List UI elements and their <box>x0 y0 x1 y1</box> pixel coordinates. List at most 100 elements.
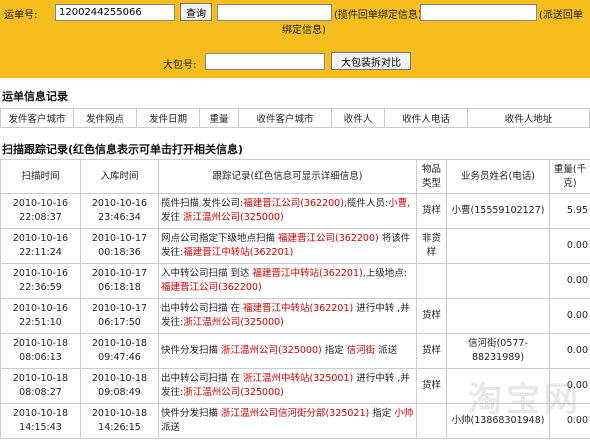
record-cell: 网点公司指定下级地点扫描 福建晋江公司(362200) 将该件发往:福建晋江中转… <box>158 228 417 264</box>
courier-cell <box>446 368 550 404</box>
item-type-cell: 货样 <box>416 368 447 404</box>
weight-cell: 0.00 <box>549 263 590 299</box>
query-button[interactable]: 查询 <box>180 3 212 21</box>
record-link[interactable]: 福建晋江公司(362200) <box>278 233 379 244</box>
item-type-cell <box>416 403 447 439</box>
table-row: 2010-10-16 22:51:10 2010-10-17 06:17:50 出中转公… <box>0 298 590 334</box>
col-weight: 重量 <box>199 108 239 128</box>
deliver-bind-input[interactable] <box>420 4 537 21</box>
in-time-cell: 2010-10-18 09:08:49 <box>80 368 159 404</box>
in-time-cell: 2010-10-17 00:18:36 <box>80 228 159 264</box>
record-link[interactable]: 小曹 <box>388 198 407 209</box>
waybill-info-table: 发件客户城市 发件网点 发件日期 重量 收件客户城市 收件人 收件人电话 收件人… <box>0 108 590 128</box>
record-link[interactable]: 信河街 <box>347 345 376 356</box>
table-row: 2010-10-16 22:11:24 2010-10-17 00:18:36 网点公司… <box>0 228 590 264</box>
record-link[interactable]: 小帅 <box>394 408 413 419</box>
bag-compare-button[interactable]: 大包装拆对比 <box>331 52 411 70</box>
in-time-cell: 2010-10-17 06:17:50 <box>80 298 159 334</box>
weight-cell: 0.00 <box>549 333 590 369</box>
record-cell: 快件分发扫描 浙江温州公司(325000) 指定 信河街 派送 <box>158 333 417 369</box>
record-text: ,上级地点: <box>362 268 407 279</box>
col-receiver-city: 收件客户城市 <box>238 108 332 128</box>
scan-track-title: 扫描跟踪记录(红色信息表示可单击打开相关信息) <box>2 143 244 156</box>
table-row: 2010-10-18 08:08:27 2010-10-18 09:08:49 出中转公… <box>0 368 590 404</box>
scan-time-cell: 2010-10-16 22:08:37 <box>0 193 81 229</box>
record-text: 网点公司指定下级地点扫描 <box>161 233 279 244</box>
record-link[interactable]: 浙江温州中转站(325001) <box>243 373 353 384</box>
courier-cell: 小曹(15559102127) <box>446 193 550 229</box>
record-cell: 入中转公司扫描 到达 福建晋江中转站(362201),上级地点: 福建晋江公司(3… <box>158 263 417 299</box>
weight-cell: 0.00 <box>549 298 590 334</box>
item-type-cell: 货样 <box>416 298 447 334</box>
record-text: ,揽件人员: <box>343 198 389 209</box>
bag-input[interactable] <box>205 53 325 70</box>
scan-time-cell: 2010-10-16 22:11:24 <box>0 228 81 264</box>
weight-cell: 0.00 <box>549 228 590 264</box>
scan-time-cell: 2010-10-16 22:51:10 <box>0 298 81 334</box>
waybill-info-title: 运单信息记录 <box>2 90 68 103</box>
col-sender-city: 发件客户城市 <box>0 108 74 128</box>
waybill-input[interactable] <box>55 4 175 21</box>
record-link[interactable]: 福建晋江中转站(362201) <box>243 303 353 314</box>
weight-cell: 5.95 <box>549 193 590 229</box>
courier-cell: 小帅(13868301948) <box>446 403 550 439</box>
col-send-date: 发件日期 <box>136 108 200 128</box>
courier-cell <box>446 298 550 334</box>
col-record: 跟踪记录(红色信息可显示详细信息) <box>158 159 417 194</box>
record-link[interactable]: 浙江温州公司(325000) <box>183 387 284 398</box>
courier-cell: 信河街(0577-88231989) <box>446 333 550 369</box>
record-cell: 出中转公司扫描 在 浙江温州中转站(325001) 进行中转 ,并发往:浙江温州… <box>158 368 417 404</box>
item-type-cell: 货样 <box>416 333 447 369</box>
col-in-time: 入库时间 <box>80 159 159 194</box>
record-text: 揽件扫描 发件公司: <box>161 198 244 209</box>
table-row: 2010-10-18 14:15:43 2010-10-18 14:26:15 快件分发… <box>0 403 590 439</box>
record-link[interactable]: 福建晋江公司(362200) <box>161 282 262 293</box>
courier-cell <box>446 263 550 299</box>
col-courier: 业务员姓名(电话) <box>446 159 550 194</box>
record-text: 派送 <box>375 345 398 356</box>
item-type-cell: 货样 <box>416 193 447 229</box>
in-time-cell: 2010-10-18 09:47:46 <box>80 333 159 369</box>
record-text: 派送 <box>161 422 181 433</box>
col-receiver-address: 收件人地址 <box>467 108 590 128</box>
record-link[interactable]: 浙江温州公司信河街分部(325021) <box>221 408 369 419</box>
col-item-type: 物品类型 <box>416 159 447 194</box>
record-link[interactable]: 浙江温州公司(325000) <box>183 212 284 223</box>
record-cell: 快件分发扫描 浙江温州公司信河街分部(325021) 指定 小帅 派送 <box>158 403 417 439</box>
weight-cell: 0.00 <box>549 368 590 404</box>
pickup-bind-input[interactable] <box>217 4 332 21</box>
record-cell: 揽件扫描 发件公司:福建晋江公司(362200),揽件人员:小曹,发往 浙江温州… <box>158 193 417 229</box>
record-text: 快件分发扫描 <box>161 345 222 356</box>
bag-label: 大包号: <box>163 60 197 71</box>
scan-time-cell: 2010-10-16 22:36:59 <box>0 263 81 299</box>
table-row: 2010-10-18 08:06:13 2010-10-18 09:47:46 快件分发… <box>0 333 590 369</box>
deliver-bind-label-cont: 绑定信息) <box>282 25 326 36</box>
col-scan-time: 扫描时间 <box>0 159 81 194</box>
weight-cell: 0.00 <box>549 403 590 439</box>
courier-cell <box>446 228 550 264</box>
scan-track-table: 扫描时间 入库时间 跟踪记录(红色信息可显示详细信息) 物品类型 业务员姓名(电… <box>0 159 590 439</box>
record-link[interactable]: 福建晋江中转站(362201) <box>253 268 363 279</box>
in-time-cell: 2010-10-17 06:18:18 <box>80 263 159 299</box>
record-text: 出中转公司扫描 在 <box>161 303 244 314</box>
record-link[interactable]: 浙江温州公司(325000) <box>183 317 284 328</box>
record-link[interactable]: 福建晋江中转站(362201) <box>183 247 293 258</box>
record-text: 指定 <box>369 408 395 419</box>
item-type-cell: 非货样 <box>416 228 447 264</box>
item-type-cell <box>416 263 447 299</box>
col-receiver: 收件人 <box>331 108 385 128</box>
col-weight-kg: 重量(千克) <box>549 159 590 194</box>
record-text: 快件分发扫描 <box>161 408 222 419</box>
scan-time-cell: 2010-10-18 14:15:43 <box>0 403 81 439</box>
deliver-bind-label: (派送回单 <box>539 10 583 21</box>
table-row: 2010-10-16 22:08:37 2010-10-16 23:46:34 揽件扫描… <box>0 193 590 229</box>
in-time-cell: 2010-10-18 14:26:15 <box>80 403 159 439</box>
record-link[interactable]: 福建晋江公司(362200) <box>243 198 344 209</box>
scan-time-cell: 2010-10-18 08:06:13 <box>0 333 81 369</box>
record-text: 入中转公司扫描 到达 <box>161 268 253 279</box>
scan-time-cell: 2010-10-18 08:08:27 <box>0 368 81 404</box>
search-panel: 运单号: 查询 (揽件回单绑定信息) (派送回单 绑定信息) 大包号: 大包装拆… <box>0 0 590 78</box>
table-row: 2010-10-16 22:36:59 2010-10-17 06:18:18 入中转公… <box>0 263 590 299</box>
record-link[interactable]: 浙江温州公司(325000) <box>221 345 322 356</box>
waybill-label: 运单号: <box>4 10 38 21</box>
